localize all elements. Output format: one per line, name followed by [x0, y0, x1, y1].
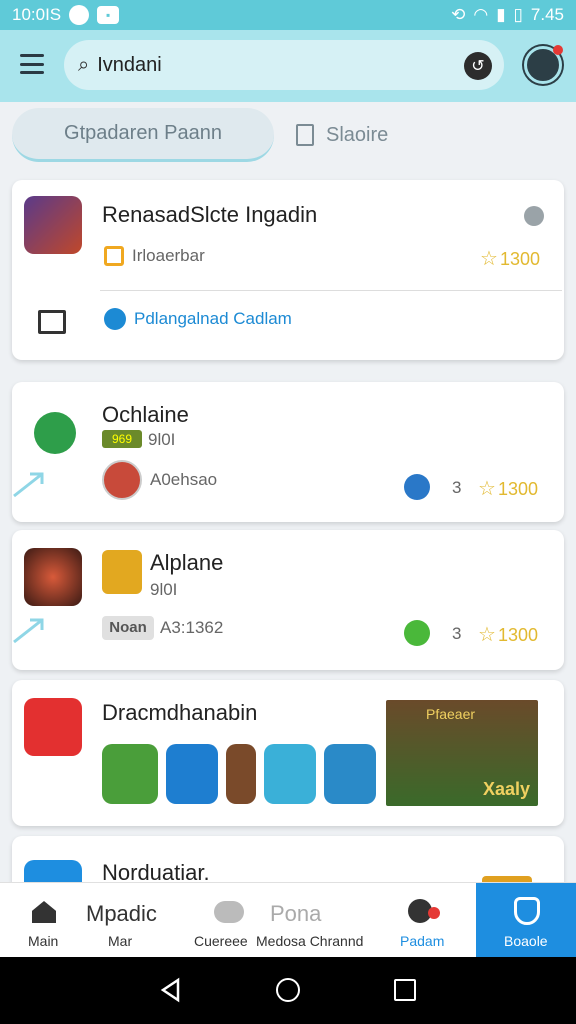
trend-arrow-icon: [13, 618, 44, 644]
rating-value: 1300: [497, 479, 538, 499]
nav-padam-label: Padam: [400, 933, 445, 949]
card-title: Alplane: [150, 550, 224, 575]
record-dot-icon: [428, 907, 440, 919]
options-icon[interactable]: [524, 206, 544, 226]
signal-icon: ▮: [496, 5, 506, 24]
system-nav-bar: [0, 957, 576, 1024]
nav-cuereee[interactable]: Cuereee: [190, 883, 256, 958]
home-button-icon[interactable]: [276, 978, 300, 1002]
back-icon[interactable]: [158, 977, 184, 1003]
nav-boaole[interactable]: Boaole: [476, 883, 576, 958]
search-query: Ivndani: [97, 53, 162, 76]
star-icon: ☆: [478, 624, 496, 646]
check-circle-icon: [104, 308, 126, 330]
card-action-link[interactable]: Pdlangalnad Cadlam: [134, 309, 292, 329]
thumbnail-5: [324, 744, 376, 804]
app-card-2[interactable]: Ochlaine 969 9l0I A0ehsao 3 ☆ 1300: [12, 382, 564, 522]
wifi-icon: ◠: [473, 5, 489, 24]
tab-secondary-label: Slaoire: [326, 123, 389, 146]
card-count: 3: [452, 478, 462, 497]
sync-icon: [69, 5, 90, 25]
app-bar: ⌕ Ivndani ↺: [0, 30, 576, 102]
card-badge: 969: [102, 430, 142, 448]
star-icon: ☆: [478, 478, 496, 500]
card-rating: ☆ 1300: [478, 476, 538, 501]
nav-mpadic-sub: Mar: [108, 933, 133, 949]
bookmark-icon: [296, 124, 314, 146]
app-icon-1: [24, 196, 82, 254]
app-card-1[interactable]: RenasadSlcte Ingadin Irloaerbar ☆ 1300 Pd…: [12, 180, 564, 360]
app-card-4[interactable]: Dracmdhanabin Pfaeaer Xaaly: [12, 680, 564, 826]
nav-cuereee-label: Cuereee: [194, 933, 248, 949]
shield-icon: [514, 897, 540, 925]
profile-avatar[interactable]: [524, 45, 563, 84]
trend-arrow-icon: [13, 472, 44, 498]
card-rating: ☆ 1300: [480, 246, 540, 271]
recents-icon[interactable]: [394, 979, 416, 1001]
card-author: A0ehsao: [150, 470, 218, 489]
card-count: 3: [452, 624, 462, 643]
tab-primary[interactable]: Gtpadaren Paann: [12, 108, 274, 162]
author-avatar: [102, 460, 142, 500]
nav-boaole-label: Boaole: [504, 933, 548, 949]
app-icon-small: [102, 550, 142, 594]
tab-bar: Gtpadaren Paann Slaoire: [12, 108, 564, 164]
nav-pona[interactable]: Pona Medosa Chrannd: [256, 883, 370, 958]
clear-search-icon[interactable]: ↺: [464, 52, 492, 80]
status-right-time: 7.45: [530, 5, 564, 24]
card-rating: ☆ 1300: [478, 622, 538, 647]
card-tag: Noan: [102, 616, 154, 640]
card-meta: 9l0I: [148, 430, 176, 449]
rotate-icon: ⟲: [451, 5, 466, 24]
green-dot-icon: [404, 620, 430, 646]
bottom-nav: Main Mpadic Mar Cuereee Pona Medosa Chra…: [0, 882, 576, 958]
game-banner[interactable]: Pfaeaer Xaaly: [386, 700, 538, 806]
banner-text: Xaaly: [482, 779, 530, 799]
nav-pona-sub: Medosa Chrannd: [256, 933, 364, 949]
thumbnail-2: [166, 744, 218, 804]
search-icon: ⌕: [78, 53, 90, 76]
card-code: A3:1362: [160, 618, 224, 637]
app-icon-3: [24, 548, 82, 606]
card-subtitle: Irloaerbar: [132, 246, 205, 265]
rating-value: 1300: [497, 625, 538, 645]
nav-padam[interactable]: Padam: [384, 883, 464, 958]
status-bar: 10:0IS ▪ ⟲ ◠ ▮ ▯ 7.45: [0, 0, 576, 30]
dots-icon: [404, 474, 430, 500]
menu-icon[interactable]: [20, 54, 44, 74]
search-input[interactable]: ⌕ Ivndani ↺: [64, 40, 504, 90]
star-icon: ☆: [480, 248, 498, 270]
app-icon-4: [24, 698, 82, 756]
status-time: 10:0IS: [12, 5, 62, 24]
nav-mpadic-label: Mpadic: [86, 901, 157, 926]
card-meta: 9l0I: [150, 580, 178, 599]
app-card-3[interactable]: Alplane 9l0I Noan A3:1362 3 ☆ 1300: [12, 530, 564, 670]
nav-main[interactable]: Main: [0, 883, 86, 958]
nav-mpadic[interactable]: Mpadic Mar: [86, 883, 190, 958]
message-icon: ▪: [97, 6, 120, 24]
thumbnail-4: [264, 744, 316, 804]
battery-icon: ▯: [513, 5, 523, 24]
nav-pona-label: Pona: [270, 901, 322, 926]
thumbnail-1: [102, 744, 158, 804]
thumbnail-3: [226, 744, 256, 804]
tag-icon: [104, 246, 124, 266]
people-icon: [214, 901, 244, 923]
home-icon: [32, 901, 56, 923]
card-title: Ochlaine: [102, 402, 189, 427]
rating-value: 1300: [499, 249, 540, 269]
tab-secondary[interactable]: Slaoire: [296, 108, 556, 162]
divider: [100, 290, 562, 291]
calendar-icon: [38, 310, 66, 334]
card-title: RenasadSlcte Ingadin: [102, 202, 318, 227]
card-title: Dracmdhanabin: [102, 700, 258, 725]
banner-header: Pfaeaer: [426, 706, 476, 722]
phone-icon: [34, 412, 76, 454]
nav-main-label: Main: [28, 933, 59, 949]
